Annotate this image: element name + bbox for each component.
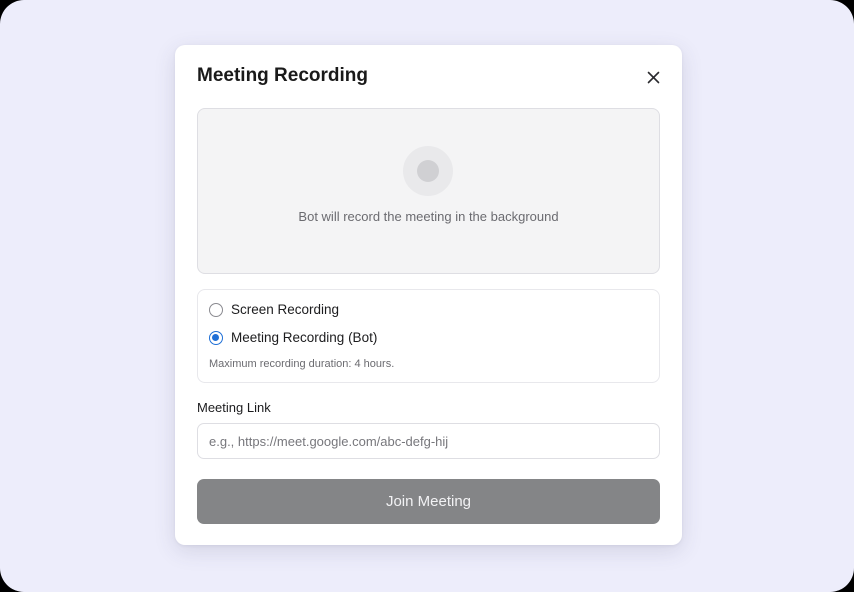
join-meeting-button[interactable]: Join Meeting: [197, 479, 660, 524]
option-screen-recording[interactable]: Screen Recording: [209, 302, 339, 317]
close-icon: [647, 71, 659, 83]
screen-recording-radio[interactable]: [209, 302, 223, 317]
meeting-recording-dialog: Meeting Recording Bot will record the me…: [175, 45, 682, 545]
recording-options: Screen Recording Meeting Recording (Bot)…: [197, 289, 660, 383]
option-label: Screen Recording: [231, 302, 340, 317]
meeting-link-input[interactable]: [197, 423, 660, 459]
close-button[interactable]: [642, 66, 664, 88]
option-label: Meeting Recording (Bot): [231, 330, 378, 345]
preview-message: Bot will record the meeting in the backg…: [298, 209, 559, 224]
meeting-recording-bot-radio[interactable]: [209, 330, 223, 345]
record-icon: [403, 146, 453, 196]
page-backdrop: Meeting Recording Bot will record the me…: [0, 0, 854, 592]
option-meeting-recording-bot[interactable]: Meeting Recording (Bot): [209, 330, 377, 345]
recording-preview: Bot will record the meeting in the backg…: [197, 108, 660, 274]
dialog-title: Meeting Recording: [197, 65, 369, 86]
max-duration-note: Maximum recording duration: 4 hours.: [209, 358, 395, 370]
record-dot: [417, 160, 439, 182]
meeting-link-label: Meeting Link: [197, 400, 271, 415]
